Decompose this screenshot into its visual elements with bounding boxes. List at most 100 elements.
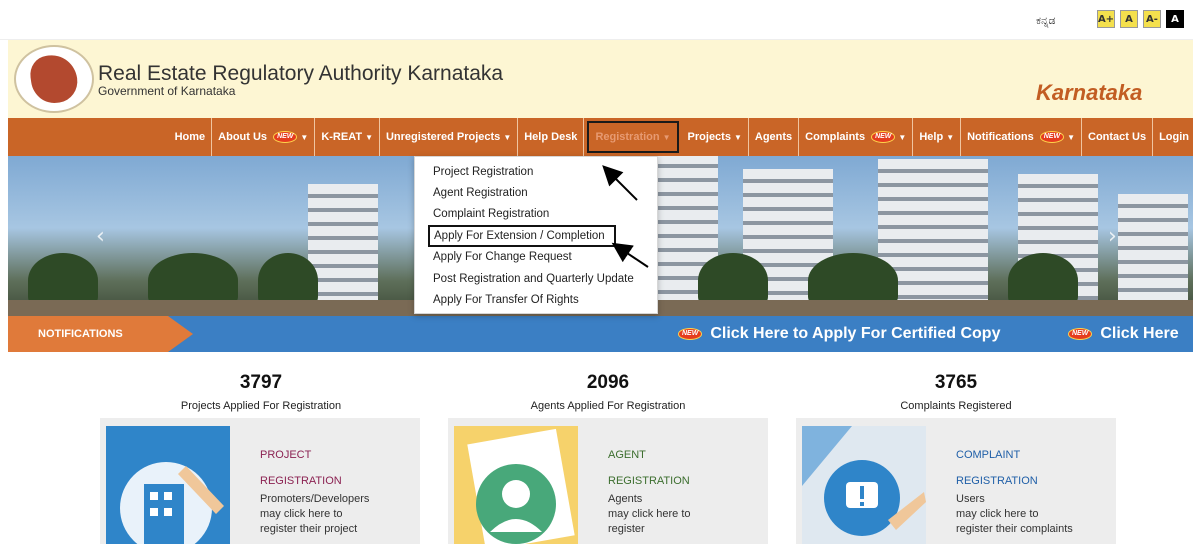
menu-item-apply-extension-completion[interactable]: Apply For Extension / Completion: [428, 225, 616, 247]
new-badge-icon: NEW: [1039, 131, 1065, 143]
complaint-alert-icon: [802, 426, 926, 544]
stat-agents-count: 2096: [586, 372, 630, 393]
stat-agents: 2096 Agents Applied For Registration: [488, 372, 728, 412]
card-title-line: REGISTRATION: [608, 475, 690, 487]
new-badge-icon: NEW: [678, 328, 703, 340]
stat-projects-count: 3797: [239, 372, 283, 393]
building-illustration: [1118, 194, 1188, 304]
font-size-controls: A+ A A- A: [1097, 10, 1184, 28]
font-increase-button[interactable]: A+: [1097, 10, 1115, 28]
nav-about-us[interactable]: About Us NEW ▼: [212, 118, 316, 156]
nav-projects[interactable]: Projects ▼: [682, 118, 749, 156]
notifications-label: NOTIFICATIONS: [8, 316, 193, 352]
stat-complaints-label: Complaints Registered: [900, 400, 1012, 412]
nav-help[interactable]: Help ▼: [913, 118, 962, 156]
new-badge-icon: NEW: [1068, 328, 1093, 340]
card-description: Agents may click here to register: [608, 492, 691, 537]
card-desc-line: register: [608, 523, 645, 535]
nav-k-reat[interactable]: K-REAT ▼: [315, 118, 380, 156]
kannada-language-link[interactable]: ಕನ್ನಡ: [1036, 14, 1056, 28]
nav-contact-us-label: Contact Us: [1088, 131, 1147, 143]
agent-registration-card[interactable]: AGENT REGISTRATION Agents may click here…: [448, 418, 768, 544]
font-decrease-button[interactable]: A-: [1143, 10, 1161, 28]
nav-contact-us[interactable]: Contact Us: [1082, 118, 1154, 156]
nav-unregistered-projects-label: Unregistered Projects: [385, 131, 501, 143]
nav-home-label: Home: [174, 131, 206, 143]
stat-agents-label: Agents Applied For Registration: [530, 400, 686, 412]
card-title-line: REGISTRATION: [956, 475, 1038, 487]
stat-complaints-count: 3765: [934, 372, 978, 393]
site-header: Real Estate Regulatory Authority Karnata…: [8, 40, 1193, 118]
card-title-line: AGENT: [608, 449, 646, 461]
card-title-line: PROJECT: [260, 449, 312, 461]
notification-bar: NOTIFICATIONS NEW Click Here to Apply Fo…: [8, 316, 1193, 352]
nav-registration[interactable]: Registration ▼: [587, 121, 679, 153]
nav-registration-label: Registration: [595, 131, 660, 143]
new-badge-icon: NEW: [273, 131, 298, 143]
chevron-down-icon: ▼: [662, 132, 671, 142]
nav-unregistered-projects[interactable]: Unregistered Projects ▼: [380, 118, 519, 156]
font-normal-button[interactable]: A: [1120, 10, 1138, 28]
ticker-text: Click Here: [1100, 325, 1179, 342]
project-registration-card[interactable]: PROJECT REGISTRATION Promoters/Developer…: [100, 418, 420, 544]
menu-item-apply-transfer-of-rights[interactable]: Apply For Transfer Of Rights: [415, 289, 657, 310]
card-title-line: REGISTRATION: [260, 475, 342, 487]
nav-projects-label: Projects: [687, 131, 731, 143]
carousel-next-icon[interactable]: ›: [1108, 224, 1117, 249]
nav-help-desk-label: Help Desk: [524, 131, 578, 143]
card-desc-line: register their project: [260, 523, 358, 535]
nav-login[interactable]: Login: [1153, 118, 1193, 156]
card-description: Promoters/Developers may click here to r…: [260, 492, 369, 537]
nav-login-label: Login: [1159, 131, 1189, 143]
card-title: AGENT REGISTRATION: [608, 442, 690, 494]
nav-agents-label: Agents: [754, 131, 793, 143]
nav-help-label: Help: [919, 131, 944, 143]
menu-item-complaint-registration[interactable]: Complaint Registration: [415, 204, 657, 225]
state-name-logo: Karnataka: [1036, 80, 1143, 105]
menu-item-agent-registration[interactable]: Agent Registration: [415, 182, 657, 203]
card-desc-line: may click here to: [956, 508, 1039, 520]
chevron-down-icon: ▼: [898, 132, 907, 142]
card-desc-line: may click here to: [260, 508, 343, 520]
rera-karnataka-logo[interactable]: [14, 45, 94, 113]
chevron-down-icon: ▼: [503, 132, 512, 142]
ticker-certified-copy-link[interactable]: NEW Click Here to Apply For Certified Co…: [678, 316, 1000, 352]
nav-agents[interactable]: Agents: [749, 118, 800, 156]
building-illustration: [308, 184, 378, 304]
complaint-registration-card[interactable]: COMPLAINT REGISTRATION Users may click h…: [796, 418, 1116, 544]
ticker-link[interactable]: NEW Click Here: [1068, 316, 1179, 352]
high-contrast-button[interactable]: A: [1166, 10, 1184, 28]
nav-notifications[interactable]: Notifications NEW ▼: [961, 118, 1082, 156]
card-desc-line: Agents: [608, 493, 643, 505]
menu-item-post-registration-quarterly-update[interactable]: Post Registration and Quarterly Update: [415, 268, 657, 289]
menu-item-apply-change-request[interactable]: Apply For Change Request: [415, 247, 657, 268]
new-badge-icon: NEW: [871, 131, 896, 143]
chevron-down-icon: ▼: [733, 132, 742, 142]
card-title-line: COMPLAINT: [956, 449, 1021, 461]
site-title: Real Estate Regulatory Authority Karnata…: [98, 62, 504, 85]
chevron-down-icon: ▼: [946, 132, 955, 142]
nav-notifications-label: Notifications: [967, 131, 1034, 143]
registration-dropdown-menu: Project Registration Agent Registration …: [414, 156, 658, 314]
nav-complaints[interactable]: Complaints NEW ▼: [799, 118, 914, 156]
chevron-down-icon: ▼: [1067, 132, 1075, 142]
card-desc-line: register their complaints: [956, 523, 1073, 535]
agent-profile-icon: [454, 426, 578, 544]
nav-home[interactable]: Home: [169, 118, 213, 156]
top-utility-bar: ಕನ್ನಡ A+ A A- A: [0, 0, 1193, 40]
carousel-prev-icon[interactable]: ‹: [96, 224, 105, 249]
nav-complaints-label: Complaints: [805, 131, 866, 143]
chevron-down-icon: ▼: [300, 132, 309, 142]
card-title: PROJECT REGISTRATION: [260, 442, 342, 494]
card-desc-line: may click here to: [608, 508, 691, 520]
main-navigation: Home About Us NEW ▼ K-REAT ▼ Unregistered P…: [8, 118, 1193, 156]
menu-item-project-registration[interactable]: Project Registration: [415, 161, 657, 182]
stat-complaints: 3765 Complaints Registered: [836, 372, 1076, 412]
card-description: Users may click here to register their c…: [956, 492, 1073, 537]
card-desc-line: Users: [956, 493, 985, 505]
nav-about-us-label: About Us: [218, 131, 268, 143]
card-title: COMPLAINT REGISTRATION: [956, 442, 1038, 494]
chevron-down-icon: ▼: [365, 132, 373, 142]
site-subtitle: Government of Karnataka: [98, 84, 236, 98]
nav-help-desk[interactable]: Help Desk: [518, 118, 585, 156]
